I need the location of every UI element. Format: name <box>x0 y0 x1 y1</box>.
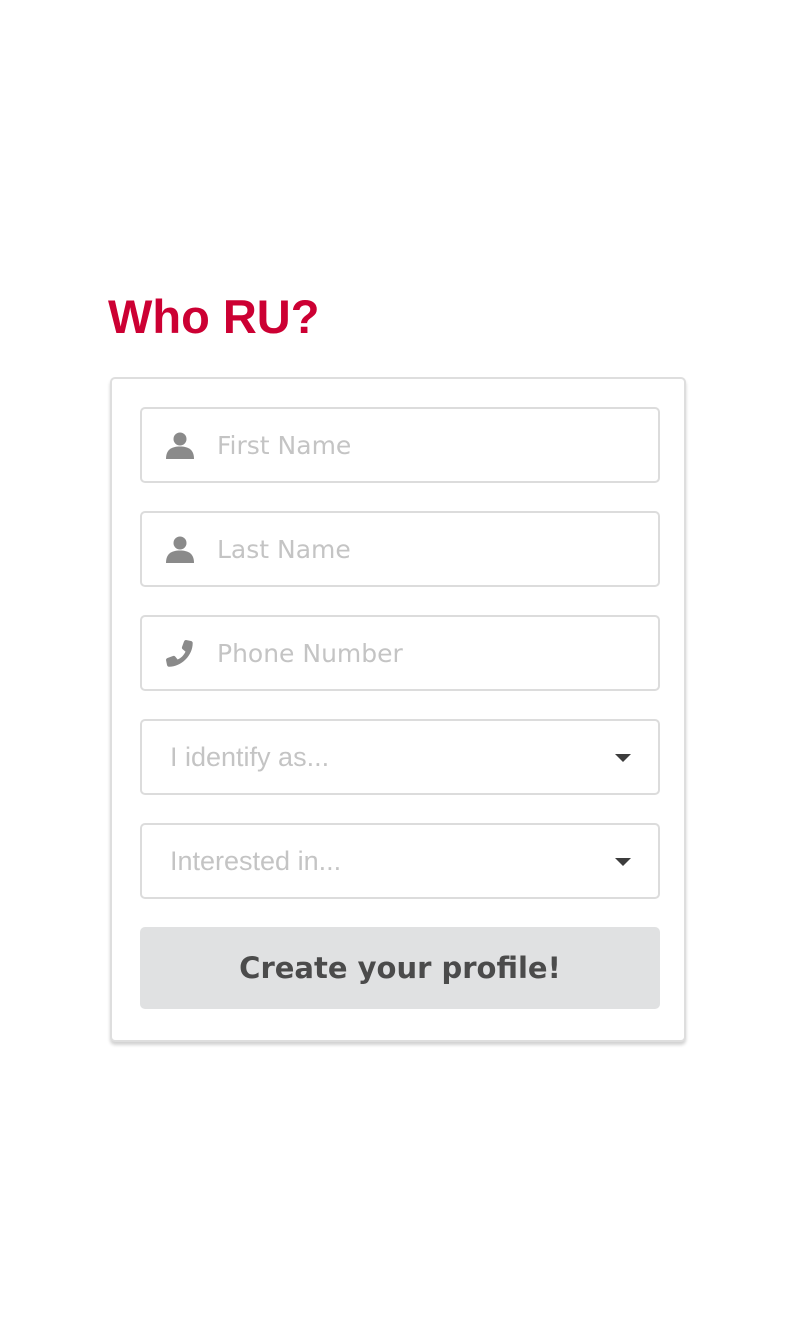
phone-number-input[interactable] <box>217 617 637 689</box>
first-name-input[interactable] <box>217 409 637 481</box>
phone-number-field[interactable] <box>140 615 660 691</box>
caret-down-icon <box>615 858 631 866</box>
last-name-field[interactable] <box>140 511 660 587</box>
last-name-input[interactable] <box>217 513 637 585</box>
phone-icon <box>165 638 195 668</box>
caret-down-icon <box>615 754 631 762</box>
interested-in-select[interactable]: Interested in... <box>140 823 660 899</box>
identify-as-select[interactable]: I identify as... <box>140 719 660 795</box>
profile-form: I identify as... Interested in... Create… <box>110 377 686 1042</box>
first-name-field[interactable] <box>140 407 660 483</box>
create-profile-button[interactable]: Create your profile! <box>140 927 660 1009</box>
user-icon <box>165 534 195 564</box>
page-title: Who RU? <box>108 290 320 343</box>
interested-in-value: Interested in... <box>170 846 342 876</box>
user-icon <box>165 430 195 460</box>
identify-as-value: I identify as... <box>170 742 330 772</box>
